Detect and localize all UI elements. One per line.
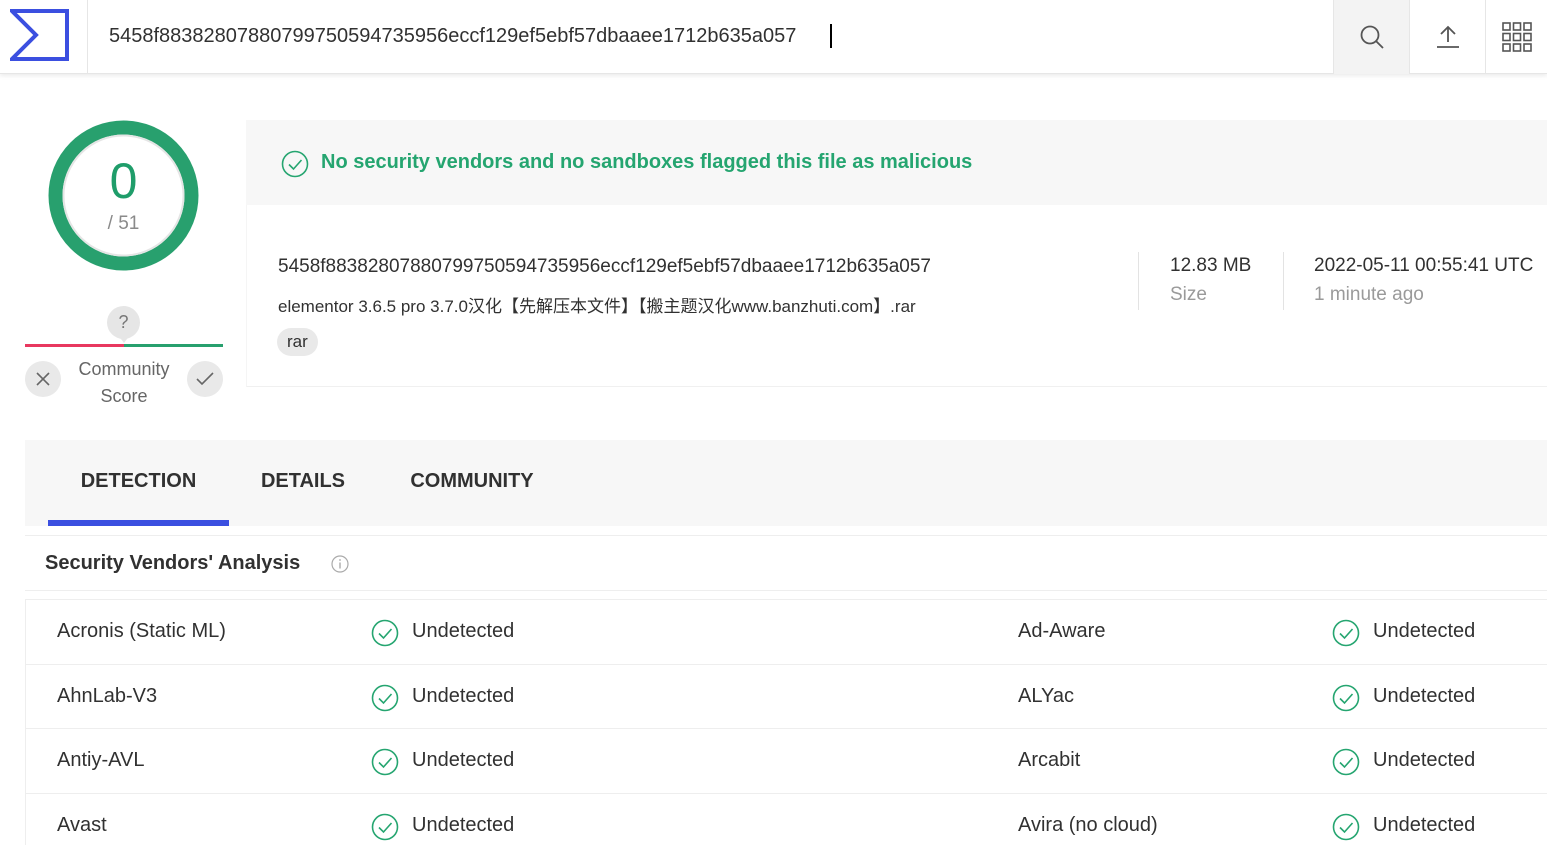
vendor-name: Arcabit [1018,749,1081,771]
file-size-label: Size [1170,284,1207,305]
check-circle-icon [1332,619,1360,647]
check-circle-icon [1332,813,1360,840]
tab-detection[interactable]: DETECTION [48,440,229,526]
upload-icon [1436,25,1459,48]
vendor-name: Avira (no cloud) [1018,813,1158,836]
file-name: elementor 3.6.5 pro 3.7.0汉化【先解压本文件】【搬主题汉… [278,297,916,316]
tab-community[interactable]: COMMUNITY [377,440,567,526]
check-circle-icon [371,813,399,840]
top-bar [0,0,1547,74]
vendor-result: Undetected [412,620,515,642]
vendor-name: Avast [57,813,107,836]
vendor-result: Undetected [412,813,515,836]
active-tab-indicator [48,520,229,526]
check-circle-icon [371,748,399,776]
status-message: No security vendors and no sandboxes fla… [321,151,973,173]
analysis-date: 2022-05-11 00:55:41 UTC [1314,255,1534,276]
file-hash[interactable]: 5458f88382807880799750594735956eccf129ef… [278,256,931,278]
apps-grid-button[interactable] [1485,0,1547,74]
detection-total: / 51 [107,213,140,234]
check-circle-icon [1332,748,1360,776]
vote-harmful-button[interactable] [25,361,61,397]
search-icon [1360,25,1384,49]
community-score-label-line2: Score [100,386,148,406]
close-icon [36,372,50,386]
text-caret [830,24,832,48]
vendor-name: Ad-Aware [1018,620,1106,642]
vote-harmless-button[interactable] [187,361,223,397]
check-circle-icon [371,684,399,711]
analysis-date-relative: 1 minute ago [1314,284,1424,305]
vendor-result: Undetected [412,749,515,771]
table-row: Antiy-AVL Undetected Arcabit Undetected [26,728,1547,793]
check-circle-icon [371,619,399,647]
divider [1138,252,1139,310]
status-banner: No security vendors and no sandboxes fla… [246,120,1547,205]
vendor-name: Antiy-AVL [57,749,145,771]
check-circle-icon [281,150,309,178]
detection-count: 0 [109,153,138,209]
vendor-result: Undetected [1373,749,1476,771]
vendor-result: Undetected [1373,813,1476,836]
check-icon [196,372,214,386]
apps-grid-icon [1501,22,1532,52]
vendor-result: Undetected [1373,684,1476,707]
table-row: Avast Undetected Avira (no cloud) Undete… [26,792,1547,845]
community-score-marker-pointer [118,335,130,343]
tab-details[interactable]: DETAILS [229,440,377,526]
community-score-bar-positive [124,344,223,347]
section-title: Security Vendors' Analysis [45,552,301,574]
community-score-label: Community Score [66,356,182,410]
vendor-result: Undetected [1373,620,1476,642]
search-input[interactable] [109,20,1109,52]
vendor-results-table: Acronis (Static ML) Undetected Ad-Aware … [25,599,1547,845]
community-score-bar-negative [25,344,124,347]
file-type-tag[interactable]: rar [277,328,318,356]
tab-bar: DETECTION DETAILS COMMUNITY [25,440,1547,526]
table-row: AhnLab-V3 Undetected ALYac Undetected [26,663,1547,729]
file-info-card: 5458f88382807880799750594735956eccf129ef… [246,205,1547,387]
community-score-label-line1: Community [78,359,170,379]
search-button[interactable] [1333,0,1409,74]
virustotal-logo-icon[interactable] [7,9,70,61]
vendor-name: ALYac [1018,684,1074,707]
check-circle-icon [1332,684,1360,711]
vendor-name: AhnLab-V3 [57,684,158,707]
file-size-value: 12.83 MB [1170,255,1252,276]
vendor-result: Undetected [412,684,515,707]
info-icon[interactable] [331,555,349,573]
table-row: Acronis (Static ML) Undetected Ad-Aware … [26,599,1547,664]
section-header: Security Vendors' Analysis [25,535,1547,591]
vendor-name: Acronis (Static ML) [57,620,226,642]
search-box[interactable] [87,0,1333,74]
divider [1283,252,1284,310]
upload-button[interactable] [1409,0,1485,74]
